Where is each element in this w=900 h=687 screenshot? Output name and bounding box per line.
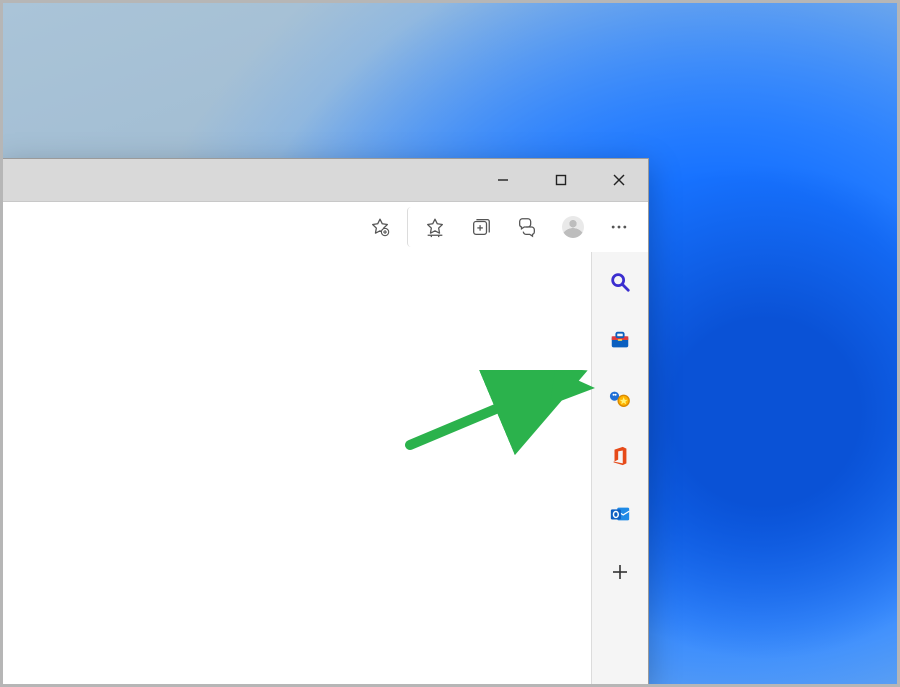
- bing-chat-button[interactable]: [504, 207, 550, 247]
- favorites-button[interactable]: [412, 207, 458, 247]
- collections-icon: [470, 216, 492, 238]
- sidebar-office-button[interactable]: [604, 440, 636, 472]
- favorites-icon: [424, 216, 446, 238]
- sidebar-add-button[interactable]: [604, 556, 636, 588]
- chat-icon: [516, 216, 538, 238]
- star-plus-icon: [369, 216, 391, 238]
- add-favorite-button[interactable]: [357, 207, 403, 247]
- content-wrapper: [0, 252, 648, 687]
- plus-icon: [611, 563, 629, 581]
- sidebar-outlook-button[interactable]: [604, 498, 636, 530]
- shopping-icon: [609, 329, 631, 351]
- maximize-icon: [554, 173, 568, 187]
- search-icon: [609, 271, 631, 293]
- title-bar: [0, 159, 648, 202]
- browser-window: [0, 158, 649, 687]
- close-icon: [612, 173, 626, 187]
- ellipsis-icon: [609, 217, 629, 237]
- sidebar-shopping-button[interactable]: [604, 324, 636, 356]
- games-icon: [608, 387, 632, 409]
- toolbar-separator: [407, 207, 458, 247]
- sidebar-games-button[interactable]: [604, 382, 636, 414]
- outlook-icon: [609, 503, 631, 525]
- minimize-button[interactable]: [474, 159, 532, 201]
- minimize-icon: [496, 173, 510, 187]
- menu-button[interactable]: [596, 207, 642, 247]
- maximize-button[interactable]: [532, 159, 590, 201]
- office-icon: [610, 445, 630, 467]
- profile-avatar-icon: [562, 216, 584, 238]
- close-button[interactable]: [590, 159, 648, 201]
- sidebar-search-button[interactable]: [604, 266, 636, 298]
- browser-toolbar: [0, 202, 648, 253]
- profile-button[interactable]: [550, 207, 596, 247]
- collections-button[interactable]: [458, 207, 504, 247]
- page-content: [0, 252, 591, 687]
- edge-sidebar: [591, 252, 648, 687]
